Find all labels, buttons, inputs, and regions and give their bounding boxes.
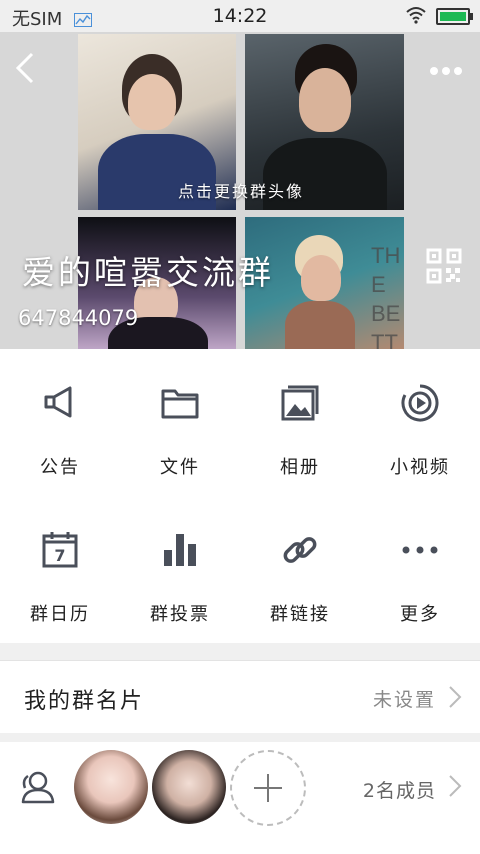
more-options-button[interactable] bbox=[430, 60, 468, 75]
files-button[interactable]: 文件 bbox=[120, 349, 240, 496]
func-label: 群投票 bbox=[150, 604, 210, 625]
folder-icon bbox=[161, 389, 199, 419]
status-bar: 无SIM 14:22 bbox=[0, 0, 480, 32]
group-header: 无SIM 14:22 THE BETT 点击更换群头像 爱的喧嚣交流群 6478… bbox=[0, 0, 480, 349]
photo-album-icon bbox=[281, 385, 319, 421]
section-divider bbox=[0, 643, 480, 660]
func-label: 公告 bbox=[40, 457, 80, 478]
more-functions-button[interactable]: 更多 bbox=[360, 496, 480, 643]
bar-chart-icon bbox=[164, 534, 196, 566]
my-group-card-row[interactable]: 我的群名片 未设置 bbox=[0, 660, 480, 734]
group-function-grid: 公告 文件 相册 小视频 7 群日历 群投票 群链接 更多 bbox=[0, 349, 480, 643]
megaphone-icon bbox=[44, 386, 72, 418]
dot-icon bbox=[430, 67, 438, 75]
battery-icon bbox=[436, 8, 473, 25]
group-calendar-button[interactable]: 7 群日历 bbox=[0, 496, 120, 643]
wifi-icon bbox=[406, 7, 426, 24]
func-label: 群日历 bbox=[30, 604, 90, 625]
member-count: 2名成员 bbox=[362, 780, 436, 802]
battery-fill bbox=[440, 12, 466, 21]
section-divider bbox=[0, 733, 480, 742]
member-avatar[interactable] bbox=[152, 750, 226, 824]
back-icon[interactable] bbox=[10, 50, 40, 86]
short-video-button[interactable]: 小视频 bbox=[360, 349, 480, 496]
album-button[interactable]: 相册 bbox=[240, 349, 360, 496]
member-avatar[interactable] bbox=[74, 750, 148, 824]
calendar-day: 7 bbox=[54, 546, 65, 565]
group-card-value: 未设置 bbox=[372, 689, 436, 711]
video-icon bbox=[401, 384, 439, 422]
dot-icon bbox=[454, 67, 462, 75]
group-link-button[interactable]: 群链接 bbox=[240, 496, 360, 643]
announcement-button[interactable]: 公告 bbox=[0, 349, 120, 496]
chevron-right-icon bbox=[449, 686, 462, 708]
add-member-button[interactable] bbox=[230, 750, 306, 826]
change-avatar-hint[interactable]: 点击更换群头像 bbox=[78, 178, 404, 202]
group-vote-button[interactable]: 群投票 bbox=[120, 496, 240, 643]
group-members-row[interactable]: 2名成员 bbox=[0, 742, 480, 834]
chevron-right-icon bbox=[449, 775, 462, 797]
qr-code-icon[interactable] bbox=[426, 248, 462, 284]
link-icon bbox=[283, 537, 317, 563]
more-dots-icon bbox=[402, 546, 438, 554]
func-label: 相册 bbox=[280, 457, 320, 478]
func-label: 更多 bbox=[400, 604, 440, 625]
func-label: 群链接 bbox=[270, 604, 330, 625]
members-icon bbox=[21, 771, 55, 804]
group-id: 647844079 bbox=[18, 306, 139, 330]
tile-caption: THE BETTER DEED bbox=[371, 243, 401, 349]
group-card-title: 我的群名片 bbox=[24, 689, 145, 714]
dot-icon bbox=[442, 67, 450, 75]
group-name[interactable]: 爱的喧嚣交流群 bbox=[22, 246, 274, 294]
func-label: 文件 bbox=[160, 457, 200, 478]
func-label: 小视频 bbox=[390, 457, 450, 478]
calendar-icon: 7 bbox=[42, 532, 78, 568]
